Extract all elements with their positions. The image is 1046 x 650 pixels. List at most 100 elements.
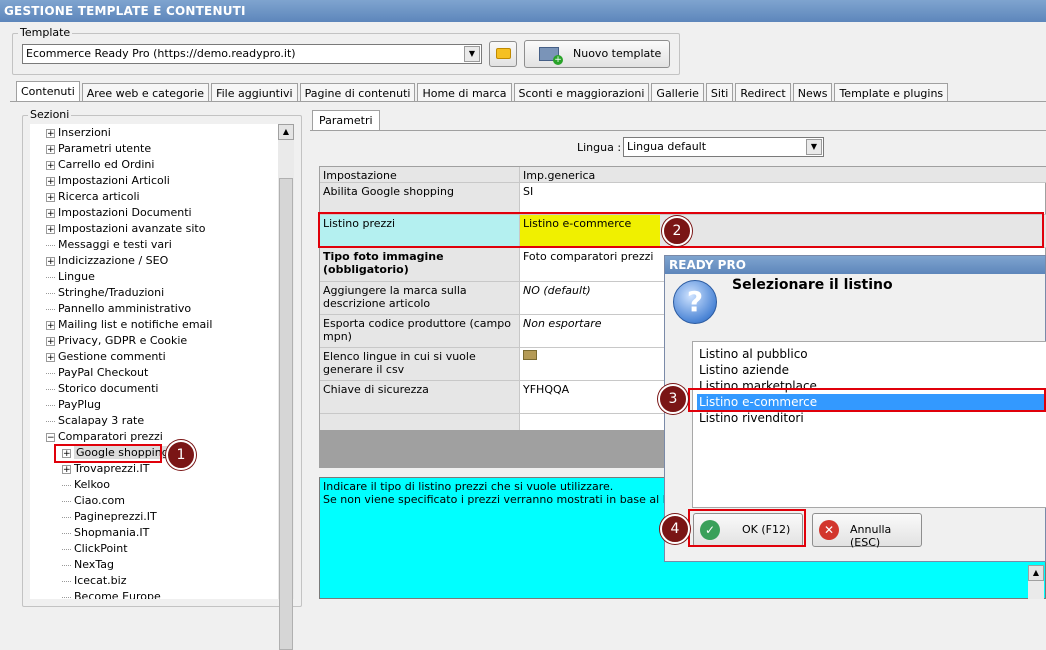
tree-connector xyxy=(62,564,71,566)
grid-row-name: Tipo foto immagine (obbligatorio) xyxy=(320,248,520,282)
expand-icon[interactable]: + xyxy=(46,320,55,330)
tree-item[interactable]: NexTag xyxy=(62,557,114,573)
description-scrollbar[interactable]: ▲ xyxy=(1028,565,1044,599)
grid-header-value: Imp.generica xyxy=(520,167,1046,183)
expand-icon[interactable]: + xyxy=(46,352,55,362)
tree-item[interactable]: Pagineprezzi.IT xyxy=(62,509,157,525)
template-select[interactable]: Ecommerce Ready Pro (https://demo.readyp… xyxy=(22,44,482,64)
tree-item[interactable]: Ciao.com xyxy=(62,493,125,509)
tree-item[interactable]: + Carrello ed Ordini xyxy=(46,157,154,173)
tab-pagine-di-contenuti[interactable]: Pagine di contenuti xyxy=(299,83,416,103)
folder-icon xyxy=(496,48,511,59)
tree-item-label: Inserzioni xyxy=(58,126,111,139)
tab-home-di-marca[interactable]: Home di marca xyxy=(417,83,512,103)
tree-connector xyxy=(46,308,55,310)
chevron-down-icon[interactable]: ▼ xyxy=(806,139,822,155)
tab-sconti-e-maggiorazioni[interactable]: Sconti e maggiorazioni xyxy=(513,83,650,103)
tree-item-label: PayPal Checkout xyxy=(58,366,149,379)
tree-connector xyxy=(62,548,71,550)
tab-aree-web-e-categorie[interactable]: Aree web e categorie xyxy=(81,83,210,103)
tree-item[interactable]: Become Europe xyxy=(62,589,161,599)
callout-badge: 2 xyxy=(662,216,692,246)
tree-item[interactable]: + Impostazioni Articoli xyxy=(46,173,170,189)
params-tab[interactable]: Parametri xyxy=(312,110,380,131)
list-item[interactable]: Listino aziende xyxy=(697,362,1045,378)
expand-icon[interactable]: + xyxy=(46,336,55,346)
tree-item[interactable]: + Trovaprezzi.IT xyxy=(62,461,149,477)
tree-item[interactable]: + Gestione commenti xyxy=(46,349,166,365)
tree-item[interactable]: Shopmania.IT xyxy=(62,525,149,541)
tree-item[interactable]: PayPlug xyxy=(46,397,101,413)
sections-scrollbar[interactable]: ▲ xyxy=(278,124,294,650)
list-item[interactable]: Listino rivenditori xyxy=(697,410,1045,426)
grid-header-setting: Impostazione xyxy=(320,167,520,183)
expand-icon[interactable]: + xyxy=(62,464,71,474)
tree-item-label: Stringhe/Traduzioni xyxy=(58,286,165,299)
tree-connector xyxy=(62,532,71,534)
expand-icon[interactable]: + xyxy=(46,208,55,218)
grid-row-value[interactable]: SI xyxy=(520,183,1046,215)
tree-item[interactable]: + Inserzioni xyxy=(46,125,111,141)
lingua-select[interactable]: Lingua default ▼ xyxy=(623,137,824,157)
expand-icon[interactable]: + xyxy=(46,144,55,154)
tab-file-aggiuntivi[interactable]: File aggiuntivi xyxy=(211,83,298,103)
tree-item[interactable]: Icecat.biz xyxy=(62,573,126,589)
tree-connector xyxy=(62,516,71,518)
callout-badge: 3 xyxy=(658,384,688,414)
lingua-select-value: Lingua default xyxy=(627,140,707,153)
tree-connector xyxy=(46,292,55,294)
tree-item[interactable]: + Mailing list e notifiche email xyxy=(46,317,212,333)
folder-icon xyxy=(523,350,537,360)
expand-icon[interactable]: + xyxy=(46,224,55,234)
tree-item[interactable]: Kelkoo xyxy=(62,477,110,493)
tree-connector xyxy=(62,596,71,598)
folder-button[interactable] xyxy=(489,41,517,67)
scroll-thumb[interactable] xyxy=(279,178,293,650)
grid-row-name: Chiave di sicurezza xyxy=(320,381,520,414)
expand-icon[interactable]: + xyxy=(46,192,55,202)
tree-item[interactable]: + Impostazioni avanzate sito xyxy=(46,221,205,237)
tab-siti[interactable]: Siti xyxy=(705,83,734,103)
tab-redirect[interactable]: Redirect xyxy=(735,83,791,103)
scroll-up-button[interactable]: ▲ xyxy=(278,124,294,140)
tree-item[interactable]: + Parametri utente xyxy=(46,141,151,157)
tree-item[interactable]: + Ricerca articoli xyxy=(46,189,140,205)
tree-item[interactable]: Scalapay 3 rate xyxy=(46,413,144,429)
tree-item[interactable]: ClickPoint xyxy=(62,541,128,557)
tree-item-label: Storico documenti xyxy=(58,382,159,395)
tab-contenuti[interactable]: Contenuti xyxy=(16,81,80,103)
chevron-down-icon[interactable]: ▼ xyxy=(464,46,480,62)
tree-connector xyxy=(62,484,71,486)
pricelist-list[interactable]: Listino al pubblico Listino aziende List… xyxy=(692,341,1046,508)
tree-item[interactable]: + Privacy, GDPR e Cookie xyxy=(46,333,187,349)
tree-item[interactable]: Lingue xyxy=(46,269,95,285)
expand-icon[interactable]: + xyxy=(46,128,55,138)
tree-item[interactable]: Pannello amministrativo xyxy=(46,301,191,317)
tree-item-label: Scalapay 3 rate xyxy=(58,414,145,427)
tree-item[interactable]: PayPal Checkout xyxy=(46,365,148,381)
highlight-ok-button xyxy=(688,509,806,547)
tree-item[interactable]: Messaggi e testi vari xyxy=(46,237,172,253)
tab-gallerie[interactable]: Gallerie xyxy=(651,83,704,103)
tree-item[interactable]: − Comparatori prezzi xyxy=(46,429,163,445)
list-item[interactable]: Listino al pubblico xyxy=(697,346,1045,362)
expand-icon[interactable]: + xyxy=(46,256,55,266)
tab-template-e-plugins[interactable]: Template e plugins xyxy=(834,83,949,103)
grid-row-name: Elenco lingue in cui si vuole generare i… xyxy=(320,348,520,381)
tree-item[interactable]: + Impostazioni Documenti xyxy=(46,205,192,221)
collapse-icon[interactable]: − xyxy=(46,432,55,442)
tree-item[interactable]: + Indicizzazione / SEO xyxy=(46,253,168,269)
tab-news[interactable]: News xyxy=(792,83,833,103)
close-icon: ✕ xyxy=(819,520,839,540)
tree-item[interactable]: Stringhe/Traduzioni xyxy=(46,285,164,301)
expand-icon[interactable]: + xyxy=(46,160,55,170)
scroll-up-button[interactable]: ▲ xyxy=(1028,565,1044,581)
cancel-button[interactable]: ✕ Annulla (ESC) xyxy=(812,513,922,549)
dialog-heading: Selezionare il listino xyxy=(732,277,893,293)
tree-item[interactable]: Storico documenti xyxy=(46,381,158,397)
add-template-icon: + xyxy=(539,47,563,65)
tree-item-label: Indicizzazione / SEO xyxy=(58,254,169,267)
expand-icon[interactable]: + xyxy=(46,176,55,186)
new-template-button[interactable]: + Nuovo template xyxy=(524,40,670,68)
tree-item-label: Ciao.com xyxy=(74,494,126,507)
